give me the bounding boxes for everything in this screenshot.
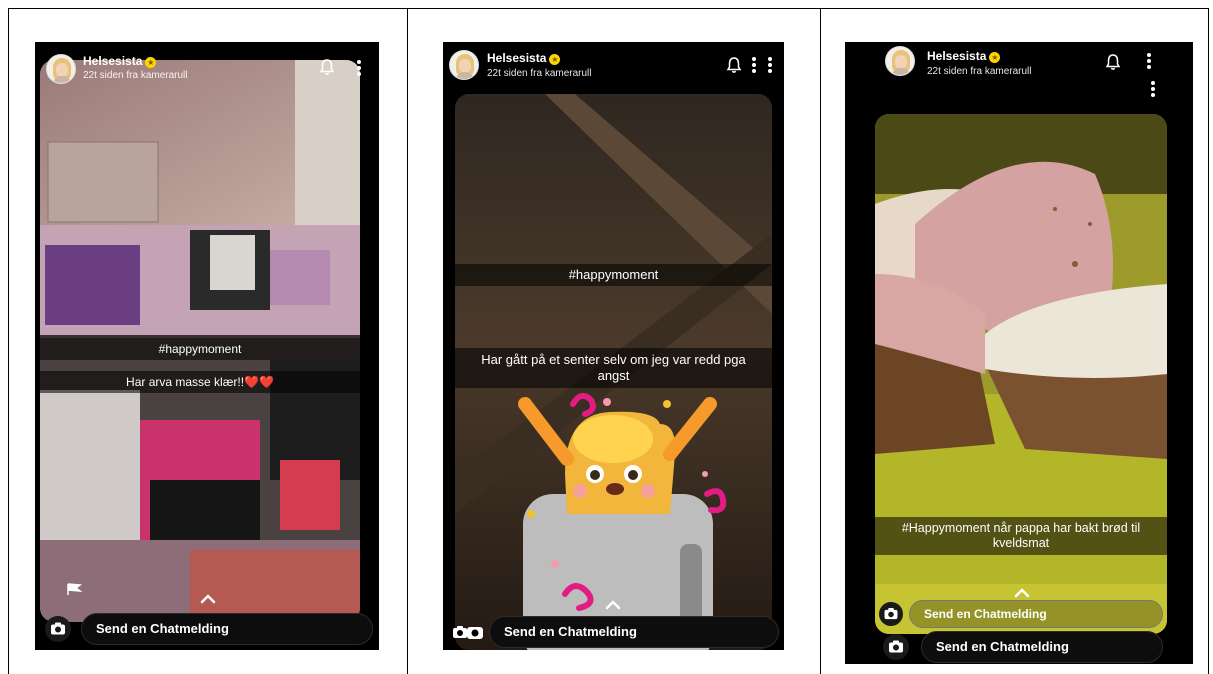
chat-message-input[interactable]: Send en Chatmelding (81, 613, 373, 645)
story-header: Helsesista ★ 22t siden fra kamerarull (443, 42, 784, 90)
more-vertical-icon[interactable] (1146, 53, 1152, 69)
camera-icon (884, 608, 898, 620)
camera-button[interactable] (883, 634, 909, 660)
story-timestamp: 22t siden fra kamerarull (487, 68, 592, 79)
star-badge-icon: ★ (145, 57, 157, 68)
flag-icon[interactable] (65, 582, 83, 596)
more-vertical-icon[interactable] (767, 57, 773, 73)
story-timestamp: 22t siden fra kamerarull (83, 70, 188, 81)
story-caption-text: Har gått på et senter selv om jeg var re… (455, 348, 772, 388)
bell-icon[interactable] (1105, 53, 1121, 71)
story-screen-3: #Happymoment når pappa har bakt brød til… (845, 42, 1193, 664)
camera-button[interactable] (451, 620, 483, 646)
story-screen-1: #happymoment Har arva masse klær!!❤️❤️ H… (35, 42, 379, 650)
story-header: Helsesista ★ 22t siden fra kamerarull (845, 42, 1193, 97)
story-screen-2: #happymoment Har gått på et senter selv … (443, 42, 784, 650)
story-caption-hashtag: #happymoment (455, 264, 772, 286)
more-vertical-icon[interactable] (751, 57, 757, 73)
avatar[interactable] (46, 54, 76, 84)
camera-icon (889, 640, 903, 653)
column-divider (820, 9, 821, 674)
story-photo: #happymoment Har arva masse klær!!❤️❤️ (40, 60, 360, 622)
story-caption-text: #Happymoment når pappa har bakt brød til… (875, 517, 1167, 555)
camera-button-inner[interactable] (879, 602, 903, 626)
bell-icon[interactable] (726, 56, 742, 74)
avatar[interactable] (885, 46, 915, 76)
camera-icon (51, 622, 65, 635)
story-caption-hashtag: #happymoment (40, 338, 360, 360)
more-vertical-icon[interactable] (356, 60, 362, 76)
story-photo: #happymoment Har gått på et senter selv … (455, 94, 772, 650)
chat-message-input-inner[interactable]: Send en Chatmelding (909, 600, 1163, 628)
avatar[interactable] (449, 50, 479, 80)
column-divider (407, 9, 408, 674)
camera-icon (453, 626, 483, 639)
chevron-up-icon[interactable] (605, 600, 621, 610)
story-caption-text: Har arva masse klær!!❤️❤️ (40, 371, 360, 393)
chat-message-input[interactable]: Send en Chatmelding (489, 616, 779, 648)
star-badge-icon: ★ (549, 54, 561, 65)
bread-photo (875, 114, 1167, 634)
chevron-up-icon[interactable] (1014, 588, 1030, 598)
username[interactable]: Helsesista ★ (927, 49, 1001, 63)
chat-message-input[interactable]: Send en Chatmelding (921, 631, 1163, 663)
more-vertical-icon[interactable] (1150, 81, 1156, 97)
username[interactable]: Helsesista ★ (487, 51, 561, 65)
bell-icon[interactable] (319, 58, 335, 76)
star-badge-icon: ★ (989, 52, 1001, 63)
camera-button[interactable] (45, 616, 71, 642)
username[interactable]: Helsesista ★ (83, 54, 157, 68)
story-header: Helsesista ★ 22t siden fra kamerarull (35, 42, 379, 90)
story-timestamp: 22t siden fra kamerarull (927, 66, 1032, 77)
story-photo: #Happymoment når pappa har bakt brød til… (875, 114, 1167, 634)
chevron-up-icon[interactable] (200, 594, 216, 604)
